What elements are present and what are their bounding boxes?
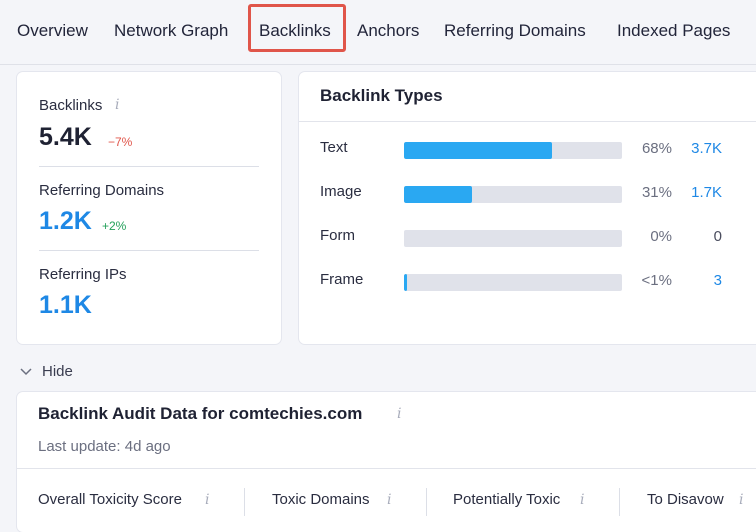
info-icon[interactable]: i bbox=[115, 97, 119, 113]
hide-label: Hide bbox=[42, 363, 73, 380]
column-potentially-toxic: Potentially Toxic bbox=[453, 491, 561, 508]
backlinks-value: 5.4K bbox=[39, 123, 92, 151]
referring-domains-delta: +2% bbox=[102, 219, 127, 233]
backlinks-label: Backlinks bbox=[39, 97, 103, 114]
divider bbox=[619, 488, 620, 516]
tab-indexed-pages[interactable]: Indexed Pages bbox=[617, 21, 730, 41]
audit-title: Backlink Audit Data for comtechies.com bbox=[38, 404, 363, 423]
tab-anchors[interactable]: Anchors bbox=[357, 21, 419, 41]
hide-toggle[interactable]: Hide bbox=[20, 363, 73, 380]
type-label: Frame bbox=[320, 271, 364, 288]
type-percent: <1% bbox=[641, 272, 672, 289]
type-bar-fill bbox=[404, 274, 407, 291]
backlink-types-title: Backlink Types bbox=[320, 86, 443, 105]
backlink-type-row: Image 31% 1.7K bbox=[320, 183, 740, 203]
type-percent: 68% bbox=[641, 140, 672, 157]
divider bbox=[426, 488, 427, 516]
tab-referring-domains[interactable]: Referring Domains bbox=[444, 21, 586, 41]
type-percent: 0% bbox=[650, 228, 672, 245]
tab-overview[interactable]: Overview bbox=[17, 21, 88, 41]
backlink-types-card bbox=[299, 72, 756, 344]
audit-last-update: Last update: 4d ago bbox=[38, 438, 171, 455]
type-bar-fill bbox=[404, 142, 552, 159]
report-tabs: Overview Network Graph Backlinks Anchors… bbox=[0, 0, 756, 65]
info-icon[interactable]: i bbox=[397, 406, 401, 422]
column-toxic-domains: Toxic Domains bbox=[272, 491, 370, 508]
referring-ips-label: Referring IPs bbox=[39, 266, 127, 283]
info-icon[interactable]: i bbox=[580, 492, 584, 508]
type-bar-track bbox=[404, 186, 622, 203]
type-bar-track bbox=[404, 230, 622, 247]
type-bar-track bbox=[404, 142, 622, 159]
info-icon[interactable]: i bbox=[205, 492, 209, 508]
referring-ips-value[interactable]: 1.1K bbox=[39, 291, 92, 320]
backlink-type-row: Text 68% 3.7K bbox=[320, 139, 740, 159]
type-label: Text bbox=[320, 139, 348, 156]
divider bbox=[299, 121, 756, 122]
type-count-link[interactable]: 1.7K bbox=[691, 184, 722, 201]
divider bbox=[39, 250, 259, 251]
type-label: Form bbox=[320, 227, 355, 244]
chevron-down-icon bbox=[20, 365, 32, 379]
divider bbox=[39, 166, 259, 167]
type-percent: 31% bbox=[641, 184, 672, 201]
type-count-link[interactable]: 3 bbox=[714, 272, 722, 289]
divider bbox=[244, 488, 245, 516]
column-overall-toxicity-score: Overall Toxicity Score bbox=[38, 491, 182, 508]
backlinks-delta: −7% bbox=[108, 135, 133, 149]
type-count: 0 bbox=[713, 228, 722, 245]
backlink-type-row: Form 0% 0 bbox=[320, 227, 740, 247]
type-bar-track bbox=[404, 274, 622, 291]
referring-domains-value[interactable]: 1.2K bbox=[39, 207, 92, 236]
type-count-link[interactable]: 3.7K bbox=[691, 140, 722, 157]
selected-tab-highlight bbox=[248, 4, 346, 52]
tab-network-graph[interactable]: Network Graph bbox=[114, 21, 228, 41]
summary-metrics-card: Backlinks i 5.4K −7% Referring Domains 1… bbox=[17, 72, 281, 344]
type-bar-fill bbox=[404, 186, 472, 203]
info-icon[interactable]: i bbox=[387, 492, 391, 508]
backlink-type-row: Frame <1% 3 bbox=[320, 271, 740, 291]
divider bbox=[17, 468, 756, 469]
referring-domains-label: Referring Domains bbox=[39, 182, 165, 199]
type-label: Image bbox=[320, 183, 362, 200]
info-icon[interactable]: i bbox=[739, 492, 743, 508]
column-to-disavow: To Disavow bbox=[647, 491, 724, 508]
